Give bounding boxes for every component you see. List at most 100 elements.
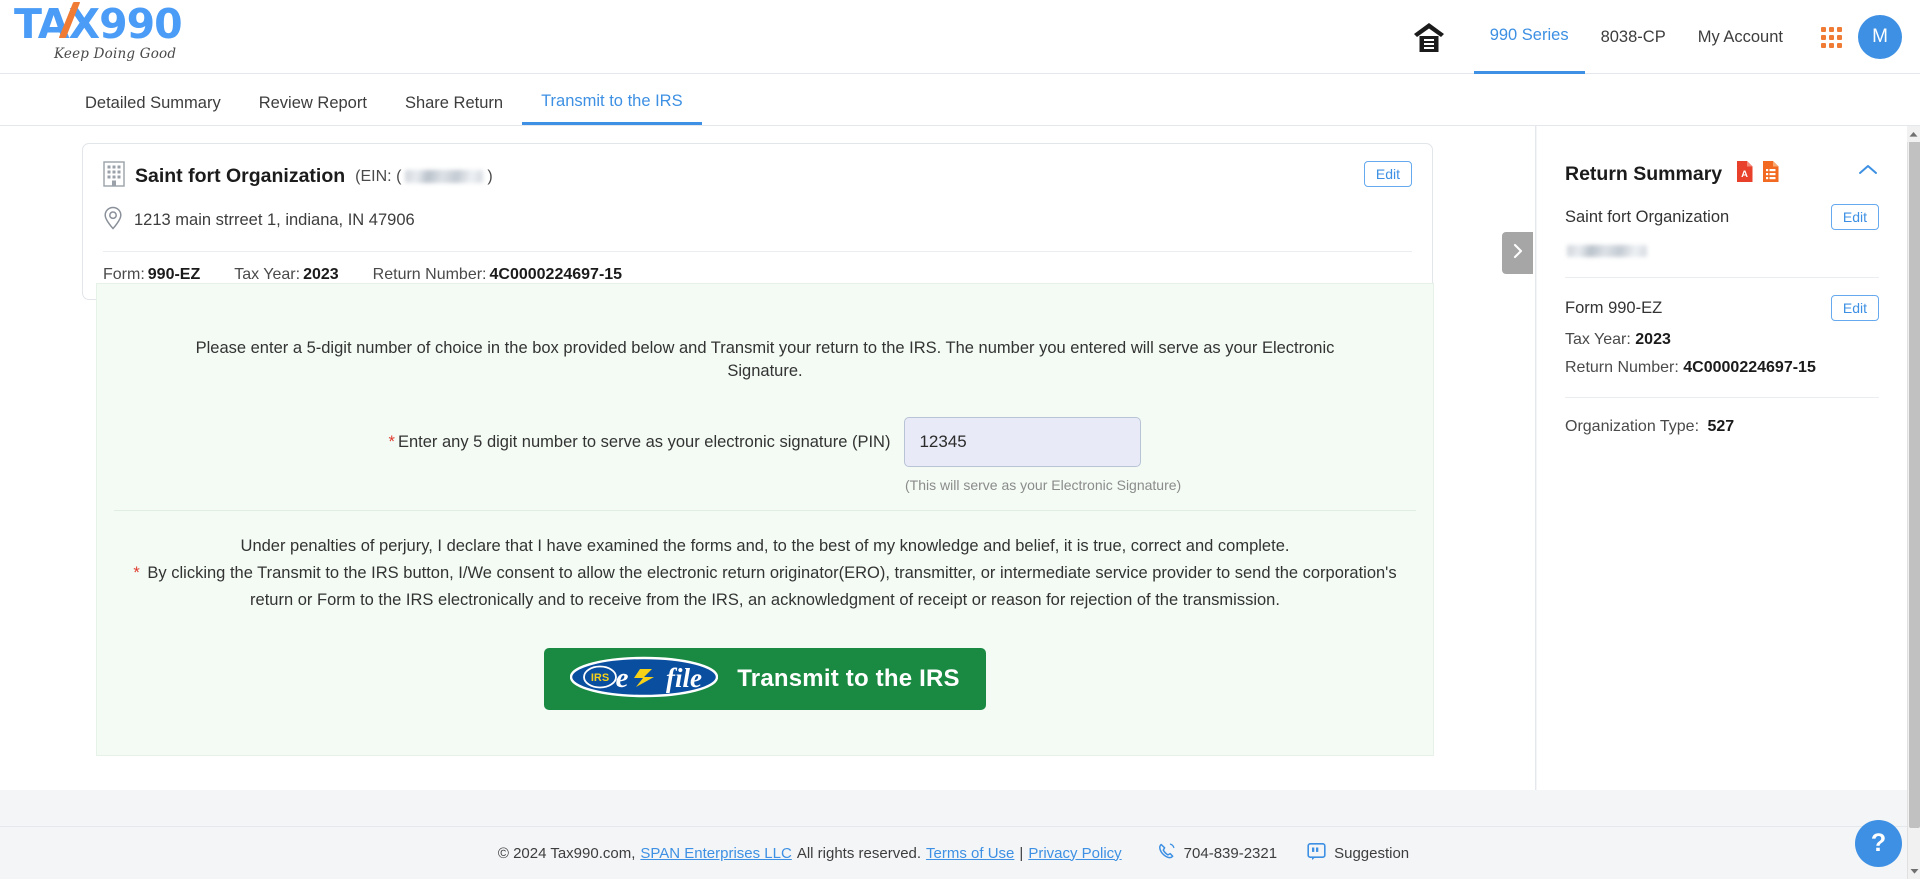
- consent-required-asterisk: *: [133, 564, 140, 583]
- header-right-group: 990 Series 8038-CP My Account M: [1412, 0, 1902, 74]
- sidebar-ein-redacted-value: [1567, 244, 1647, 257]
- tab-transmit-to-the-irs[interactable]: Transmit to the IRS: [522, 92, 702, 125]
- pin-input-row: * Enter any 5 digit number to serve as yo…: [97, 417, 1433, 468]
- form-label: Form:: [103, 266, 145, 283]
- logo-part-x990: X990: [68, 0, 183, 48]
- sidebar-return-number-label: Return Number:: [1565, 359, 1679, 376]
- sidebar-org-type-row: Organization Type: 527: [1565, 418, 1879, 436]
- footer-suggestion-group[interactable]: Suggestion: [1307, 842, 1409, 865]
- pdf-file-icon[interactable]: A: [1735, 160, 1754, 188]
- scrollbar-down-arrow[interactable]: [1908, 863, 1920, 879]
- sidebar-divider-1: [1565, 277, 1879, 278]
- sidebar-org-type-value: 527: [1707, 418, 1735, 435]
- tax-year-label: Tax Year:: [234, 266, 301, 283]
- main-content-panel: Saint fort Organization (EIN: () Edit 12…: [0, 126, 1536, 790]
- footer-copyright: © 2024 Tax990.com,: [497, 844, 636, 862]
- footer-terms-link[interactable]: Terms of Use: [926, 845, 1014, 862]
- footer-company-link[interactable]: SPAN Enterprises LLC: [640, 845, 791, 862]
- form-list-icon[interactable]: [1761, 160, 1780, 188]
- brand-tagline: Keep Doing Good: [54, 46, 177, 62]
- organization-address-row: 1213 main strreet 1, indiana, IN 47906: [103, 206, 1412, 251]
- help-button[interactable]: ?: [1855, 820, 1902, 867]
- chevron-right-icon: [1511, 242, 1525, 265]
- sidebar-return-number-value: 4C0000224697-15: [1683, 359, 1816, 376]
- tab-review-report-label: Review Report: [258, 94, 367, 112]
- sidebar-organization-name: Saint fort Organization: [1565, 207, 1730, 226]
- organization-edit-wrap: Edit: [1363, 161, 1412, 187]
- footer-privacy-link[interactable]: Privacy Policy: [1028, 845, 1121, 862]
- sidebar-ein-redacted: [1565, 242, 1879, 260]
- nav-my-account-label: My Account: [1697, 27, 1783, 46]
- organization-name-row: Saint fort Organization (EIN: (): [103, 161, 1412, 192]
- tab-share-return[interactable]: Share Return: [386, 94, 522, 125]
- nav-990-series-label: 990 Series: [1489, 26, 1569, 44]
- footer-phone-group[interactable]: 704-839-2321: [1157, 842, 1277, 865]
- return-summary-icons: A: [1735, 160, 1780, 188]
- transmit-to-irs-button[interactable]: IRS e file Transmit to the IRS: [544, 647, 986, 710]
- chevron-up-icon[interactable]: [1857, 163, 1879, 182]
- transmit-consent-panel: Please enter a 5-digit number of choice …: [96, 283, 1434, 756]
- sidebar-organization-row: Saint fort Organization Edit: [1565, 204, 1879, 230]
- svg-text:A: A: [1741, 169, 1748, 180]
- avatar-initial: M: [1872, 26, 1888, 47]
- irs-efile-logo-icon: IRS e file: [570, 656, 719, 701]
- home-icon[interactable]: [1412, 21, 1446, 53]
- sidebar-form-edit-button[interactable]: Edit: [1830, 295, 1879, 321]
- scrollbar-thumb[interactable]: [1909, 128, 1920, 828]
- form-field: Form: 990-EZ: [103, 266, 200, 284]
- nav-my-account[interactable]: My Account: [1682, 0, 1799, 74]
- footer-phone-number: 704-839-2321: [1183, 844, 1278, 862]
- ein-prefix: (EIN: (: [355, 167, 402, 185]
- nav-990-series[interactable]: 990 Series: [1473, 0, 1585, 74]
- return-number-label: Return Number:: [372, 266, 487, 283]
- nav-8038-cp[interactable]: 8038-CP: [1585, 0, 1682, 74]
- svg-text:file: file: [666, 663, 702, 693]
- perjury-line: Under penalties of perjury, I declare th…: [240, 537, 1290, 556]
- page-body: Saint fort Organization (EIN: () Edit 12…: [0, 126, 1920, 826]
- return-number-value: 4C0000224697-15: [489, 266, 623, 283]
- footer-suggestion-label: Suggestion: [1334, 844, 1410, 862]
- map-pin-icon: [103, 206, 123, 235]
- pin-label-text: Enter any 5 digit number to serve as you…: [397, 432, 891, 451]
- sidebar-organization-edit-button[interactable]: Edit: [1830, 204, 1879, 230]
- scrollbar-up-arrow[interactable]: [1907, 126, 1920, 142]
- sidebar-tax-year-label: Tax Year:: [1565, 331, 1631, 348]
- organization-name: Saint fort Organization: [135, 165, 346, 187]
- return-summary-title: Return Summary: [1565, 162, 1723, 185]
- pin-input[interactable]: [904, 417, 1142, 468]
- form-value: 990-EZ: [147, 266, 201, 283]
- tab-share-return-label: Share Return: [404, 94, 504, 112]
- consent-line: By clicking the Transmit to the IRS butt…: [147, 564, 1397, 609]
- tax-year-value: 2023: [303, 266, 339, 283]
- sidebar-tax-year-row: Tax Year: 2023: [1565, 331, 1879, 349]
- sidebar-org-type-label: Organization Type:: [1565, 418, 1700, 435]
- pin-hint-text: (This will serve as your Electronic Sign…: [905, 477, 1182, 494]
- app-header: TAX990 Keep Doing Good 990 Series 8038-C…: [0, 0, 1920, 74]
- brand-logo[interactable]: TAX990 Keep Doing Good: [14, 2, 224, 62]
- tax-year-field: Tax Year: 2023: [234, 266, 338, 284]
- organization-card: Saint fort Organization (EIN: () Edit 12…: [82, 143, 1433, 300]
- page-scrollbar[interactable]: [1907, 126, 1920, 879]
- pin-instruction-text: Please enter a 5-digit number of choice …: [195, 339, 1335, 381]
- transmit-button-label: Transmit to the IRS: [737, 664, 960, 692]
- sidebar-collapse-toggle[interactable]: [1502, 232, 1533, 274]
- sidebar-tax-year-value: 2023: [1635, 331, 1671, 348]
- organization-edit-button[interactable]: Edit: [1363, 161, 1412, 187]
- tab-detailed-summary[interactable]: Detailed Summary: [66, 94, 240, 125]
- ein-suffix: ): [487, 167, 493, 185]
- footer-separator: |: [1019, 844, 1024, 862]
- return-summary-sidebar: Return Summary A Saint fort Organization…: [1537, 126, 1907, 790]
- svg-text:e: e: [616, 662, 629, 694]
- return-tabbar: Detailed Summary Review Report Share Ret…: [0, 74, 1920, 126]
- return-summary-header: Return Summary A: [1565, 160, 1879, 188]
- sidebar-form-label: Form 990-EZ: [1565, 298, 1663, 317]
- sidebar-return-number-row: Return Number: 4C0000224697-15: [1565, 359, 1879, 377]
- building-icon: [103, 161, 125, 192]
- grid-apps-icon[interactable]: [1821, 26, 1842, 48]
- organization-card-top: Saint fort Organization (EIN: () Edit 12…: [83, 144, 1432, 251]
- tab-detailed-summary-label: Detailed Summary: [85, 94, 221, 112]
- app-footer: © 2024 Tax990.com, SPAN Enterprises LLC …: [0, 826, 1907, 879]
- organization-ein: (EIN: (): [355, 168, 493, 186]
- tab-review-report[interactable]: Review Report: [240, 94, 386, 125]
- avatar[interactable]: M: [1858, 15, 1902, 59]
